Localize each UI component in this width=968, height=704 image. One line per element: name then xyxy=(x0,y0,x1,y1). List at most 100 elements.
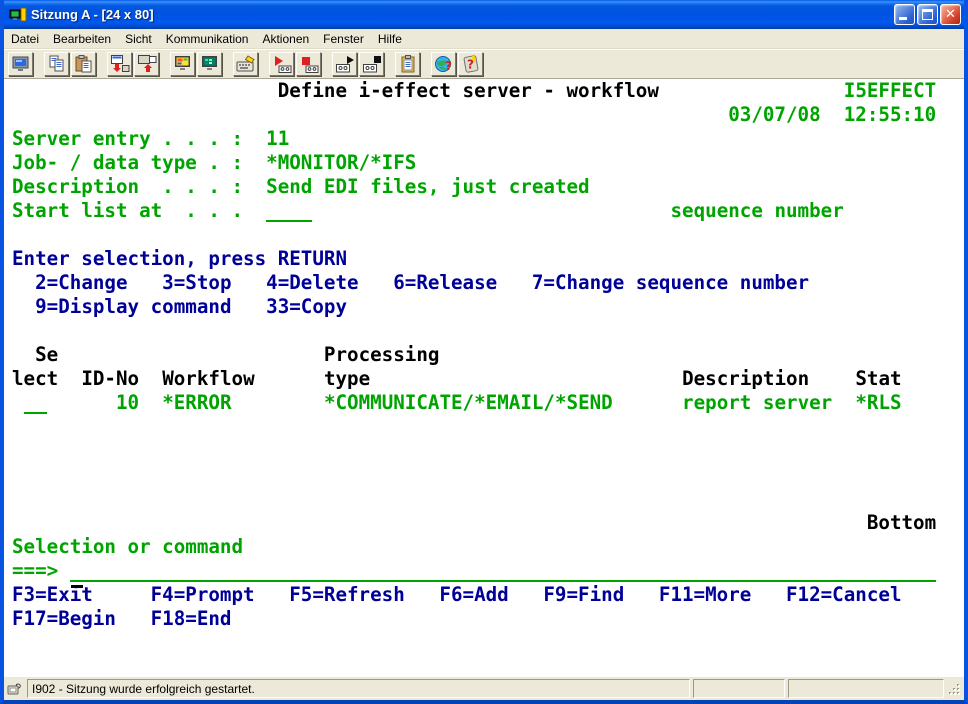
minimize-icon xyxy=(899,17,907,20)
toolbar-group xyxy=(170,52,222,76)
terminal-text: F3=Exit F4=Prompt F5=Refresh F6=Add F9=F… xyxy=(12,583,902,606)
web-help-button[interactable]: ? xyxy=(431,52,456,76)
terminal-grid: Define i-effect server - workflow I5EFFE… xyxy=(4,79,964,655)
terminal-text: lect xyxy=(12,367,58,390)
terminal-text: Start list at . . . xyxy=(12,199,243,222)
close-icon: ✕ xyxy=(941,5,960,24)
receive-file-icon xyxy=(137,54,157,74)
menu-item-fenster[interactable]: Fenster xyxy=(316,30,371,48)
session-window-button[interactable] xyxy=(8,52,33,76)
terminal-text: Description . . . : xyxy=(12,175,243,198)
menu-item-sicht[interactable]: Sicht xyxy=(118,30,159,48)
menu-item-bearbeiten[interactable]: Bearbeiten xyxy=(46,30,118,48)
record-macro-button[interactable] xyxy=(269,52,294,76)
terminal-text: *MONITOR/*IFS xyxy=(266,151,416,174)
terminal-row: Enter selection, press RETURN xyxy=(12,247,964,271)
paste-button[interactable] xyxy=(71,52,96,76)
close-button[interactable]: ✕ xyxy=(940,4,961,25)
send-file-button[interactable] xyxy=(107,52,132,76)
title-bar: Sitzung A - [24 x 80] ✕ xyxy=(4,0,964,29)
color-setup-button[interactable] xyxy=(197,52,222,76)
session-window-icon xyxy=(11,54,31,74)
copy-button[interactable] xyxy=(44,52,69,76)
menu-bar: DateiBearbeitenSichtKommunikationAktione… xyxy=(4,29,964,49)
toolbar-group xyxy=(395,52,420,76)
help-icon: ? xyxy=(461,54,481,74)
keyboard-setup-button[interactable] xyxy=(233,52,258,76)
terminal-row: Job- / data type . : *MONITOR/*IFS xyxy=(12,151,964,175)
terminal-row: Selection or command xyxy=(12,535,964,559)
send-file-icon xyxy=(110,54,130,74)
terminal-row: Bottom xyxy=(12,511,964,535)
maximize-icon xyxy=(922,9,933,20)
help-button[interactable]: ? xyxy=(458,52,483,76)
menu-item-kommunikation[interactable]: Kommunikation xyxy=(159,30,256,48)
terminal-text: Processing xyxy=(324,343,440,366)
input-field[interactable] xyxy=(70,559,936,582)
terminal-text: *COMMUNICATE/*EMAIL/*SEND xyxy=(324,391,613,414)
session-status-icon xyxy=(6,680,24,698)
terminal-row: F17=Begin F18=End xyxy=(12,607,964,631)
terminal-row: 9=Display command 33=Copy xyxy=(12,295,964,319)
maximize-button[interactable] xyxy=(917,4,938,25)
terminal-text: 03/07/08 12:55:10 xyxy=(728,103,936,126)
application-icon[interactable] xyxy=(9,6,27,24)
terminal-row xyxy=(12,463,964,487)
terminal-screen[interactable]: Define i-effect server - workflow I5EFFE… xyxy=(4,79,964,676)
input-field[interactable] xyxy=(24,391,47,414)
status-message-panel: I902 - Sitzung wurde erfolgreich gestart… xyxy=(27,679,690,698)
terminal-row: ===> xyxy=(12,559,964,583)
toolbar-group xyxy=(269,52,321,76)
terminal-text: Selection or command xyxy=(12,535,243,558)
terminal-row: 2=Change 3=Stop 4=Delete 6=Release 7=Cha… xyxy=(12,271,964,295)
keyboard-setup-icon xyxy=(236,54,256,74)
status-bar: I902 - Sitzung wurde erfolgreich gestart… xyxy=(4,676,964,700)
terminal-text: Bottom xyxy=(867,511,936,534)
copy-icon xyxy=(47,54,67,74)
terminal-text: 2=Change 3=Stop 4=Delete 6=Release 7=Cha… xyxy=(35,271,809,294)
svg-text:?: ? xyxy=(445,59,452,73)
terminal-text: 10 xyxy=(116,391,139,414)
status-panel-3 xyxy=(788,679,944,698)
terminal-row xyxy=(12,487,964,511)
toolbar-group xyxy=(332,52,384,76)
terminal-text: I5EFFECT xyxy=(844,79,936,102)
clipboard-button[interactable] xyxy=(395,52,420,76)
color-setup-icon xyxy=(200,54,220,74)
toolbar-group xyxy=(8,52,33,76)
terminal-text: *ERROR xyxy=(162,391,231,414)
display-setup-button[interactable] xyxy=(170,52,195,76)
toolbar-group xyxy=(233,52,258,76)
terminal-text: 9=Display command 33=Copy xyxy=(35,295,347,318)
stop-macro-button[interactable] xyxy=(296,52,321,76)
clipboard-icon xyxy=(398,54,418,74)
toolbar-group xyxy=(44,52,96,76)
resize-grip[interactable] xyxy=(947,679,962,698)
play-macro-icon xyxy=(335,54,355,74)
terminal-text: Se xyxy=(35,343,58,366)
terminal-text: type xyxy=(324,367,370,390)
input-field[interactable] xyxy=(266,199,312,222)
window-title: Sitzung A - [24 x 80] xyxy=(31,7,894,22)
terminal-text: Workflow xyxy=(162,367,254,390)
menu-item-aktionen[interactable]: Aktionen xyxy=(255,30,316,48)
menu-item-datei[interactable]: Datei xyxy=(4,30,46,48)
toolbar: ?? xyxy=(4,49,964,79)
paste-icon xyxy=(74,54,94,74)
terminal-text: report server xyxy=(682,391,832,414)
menu-item-hilfe[interactable]: Hilfe xyxy=(371,30,409,48)
terminal-row: F3=Exit F4=Prompt F5=Refresh F6=Add F9=F… xyxy=(12,583,964,607)
pause-macro-button[interactable] xyxy=(359,52,384,76)
terminal-row: Description . . . : Send EDI files, just… xyxy=(12,175,964,199)
svg-text:?: ? xyxy=(467,58,474,72)
terminal-row: 10 *ERROR *COMMUNICATE/*EMAIL/*SEND repo… xyxy=(12,391,964,415)
terminal-text: Server entry . . . : xyxy=(12,127,243,150)
terminal-row xyxy=(12,415,964,439)
application-window: Sitzung A - [24 x 80] ✕ DateiBearbeitenS… xyxy=(0,0,968,704)
toolbar-group xyxy=(107,52,159,76)
minimize-button[interactable] xyxy=(894,4,915,25)
receive-file-button[interactable] xyxy=(134,52,159,76)
terminal-row: lect ID-No Workflow type Description Sta… xyxy=(12,367,964,391)
play-macro-button[interactable] xyxy=(332,52,357,76)
terminal-text: Define i-effect server - workflow xyxy=(278,79,659,102)
